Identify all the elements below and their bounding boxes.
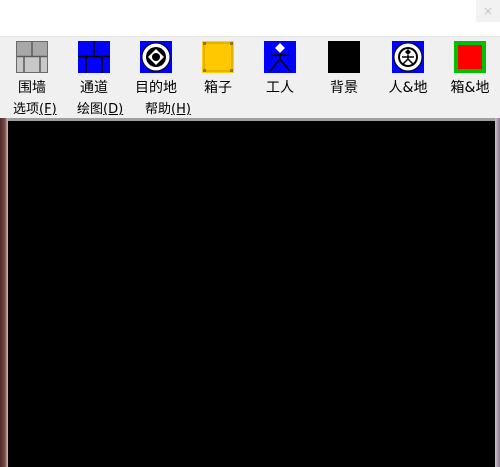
menu-help[interactable]: 帮助(H) — [145, 98, 191, 117]
menu-help-label: 帮助 — [145, 102, 172, 117]
tool-worker-on-target-label: 人&地 — [388, 80, 428, 96]
desktop-background-right — [495, 118, 500, 467]
menu-options-hotkey: (F) — [39, 102, 57, 117]
background-icon — [328, 41, 360, 73]
box-on-target-icon — [454, 41, 486, 73]
tool-wall-button[interactable]: 围墙 — [1, 41, 61, 96]
tool-passage-label: 通道 — [80, 80, 108, 96]
menu-draw-hotkey: (D) — [103, 102, 124, 117]
tool-wall-label: 围墙 — [18, 80, 46, 96]
tool-box-button[interactable]: 箱子 — [187, 41, 247, 96]
worker-on-target-icon — [392, 41, 424, 73]
tool-target-button[interactable]: 目的地 — [125, 41, 185, 96]
menu-help-hotkey: (H) — [171, 102, 191, 117]
tool-worker-button[interactable]: 工人 — [249, 41, 309, 96]
tool-box-on-target-label: 箱&地 — [450, 80, 490, 96]
worker-icon — [264, 41, 296, 73]
menu-draw-label: 绘图 — [77, 102, 104, 117]
desktop-background-left — [0, 118, 8, 467]
tool-background-label: 背景 — [330, 80, 358, 96]
target-icon — [140, 41, 172, 73]
tool-box-label: 箱子 — [204, 80, 232, 96]
close-button[interactable]: × — [476, 0, 500, 22]
wall-icon — [16, 41, 48, 73]
menu-options[interactable]: 选项(F) — [13, 98, 57, 117]
tile-toolbar: 围墙 通道 目的地 箱子 工人 背景 人&地 箱&地 — [0, 36, 500, 97]
title-bar: × — [0, 0, 500, 36]
tool-worker-on-target-button[interactable]: 人&地 — [377, 41, 437, 96]
menu-bar: 选项(F) 绘图(D) 帮助(H) — [0, 96, 500, 118]
menu-draw[interactable]: 绘图(D) — [77, 98, 123, 117]
tool-box-on-target-button[interactable]: 箱&地 — [439, 41, 499, 96]
tool-target-label: 目的地 — [135, 80, 177, 96]
tool-worker-label: 工人 — [266, 80, 294, 96]
tool-passage-button[interactable]: 通道 — [63, 41, 123, 96]
map-canvas[interactable] — [8, 121, 495, 467]
passage-icon — [78, 41, 110, 73]
tool-background-button[interactable]: 背景 — [313, 41, 373, 96]
app-window: × 围墙 通道 目的地 箱子 工人 背景 人&地 箱&地 选项(F) 绘图(D)… — [0, 0, 500, 467]
menu-options-label: 选项 — [13, 102, 40, 117]
box-icon — [202, 41, 234, 73]
